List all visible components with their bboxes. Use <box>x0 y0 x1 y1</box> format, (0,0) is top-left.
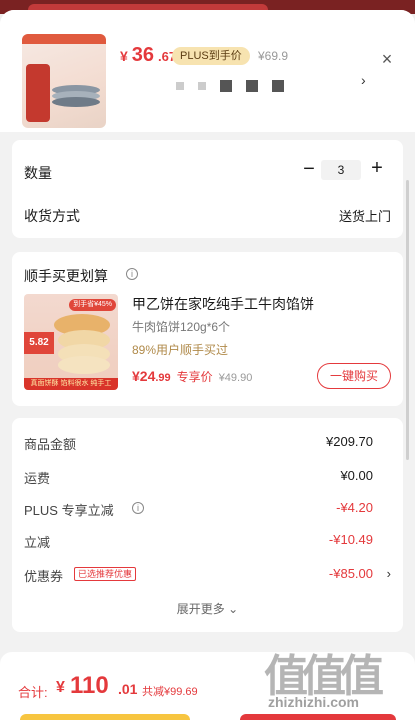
summary-label: 商品金额 <box>24 437 77 452</box>
addon-title: 顺手买更划算 <box>24 268 108 284</box>
spec-selector[interactable] <box>176 80 284 92</box>
pie-image <box>58 356 110 374</box>
summary-row-plus: PLUS 专享立减 i -¥4.20 <box>24 500 391 520</box>
summary-value: -¥85.00 <box>328 566 373 581</box>
watermark-text: zhizhizhi.com <box>268 694 359 710</box>
info-icon[interactable]: i <box>126 268 138 280</box>
thumbnail-price-badge: 5.82 <box>24 332 54 354</box>
chevron-right-icon[interactable]: › <box>361 72 366 88</box>
total-decimal: .01 <box>118 681 138 697</box>
scrollbar[interactable] <box>406 180 409 460</box>
spec-placeholder <box>198 82 206 90</box>
thumbnail-label <box>26 64 50 122</box>
summary-row-discount: 立减 -¥10.49 <box>24 532 391 552</box>
plus-price-badge: PLUS到手价 <box>172 47 250 65</box>
summary-value: -¥10.49 <box>328 532 373 547</box>
spec-placeholder <box>272 80 284 92</box>
addon-price-symbol: ¥ <box>132 368 140 384</box>
summary-row-goods: 商品金额 ¥209.70 <box>24 434 391 454</box>
fish-image <box>52 85 100 107</box>
coupon-selected-tag: 已选推荐优惠 <box>74 567 137 581</box>
price-summary-card: 商品金额 ¥209.70 运费 ¥0.00 PLUS 专享立减 i -¥4.20… <box>12 418 403 632</box>
expand-more-button[interactable]: 展开更多 ⌄ <box>12 600 403 617</box>
shipping-method-label: 收货方式 <box>24 208 80 224</box>
addon-product-spec: 牛肉馅饼120g*6个 <box>132 320 231 334</box>
addon-price-tag: 专享价 <box>176 370 213 384</box>
addon-price-integer: 24 <box>139 368 156 384</box>
shipping-method-value[interactable]: 送货上门 <box>339 206 391 225</box>
summary-label: 运费 <box>24 471 51 486</box>
addon-price: ¥24.99 <box>132 368 171 384</box>
addon-thumbnail[interactable]: 到手省¥45% 5.82 真面饼酥 馅料很水 纯手工 <box>24 294 118 390</box>
one-click-buy-button[interactable]: 一键购买 <box>317 363 391 389</box>
quantity-increase-button[interactable]: + <box>368 157 386 179</box>
quantity-decrease-button[interactable]: − <box>300 158 318 180</box>
original-price: ¥69.9 <box>258 49 289 63</box>
thumbnail-discount-badge: 到手省¥45% <box>69 299 116 311</box>
price-integer: 36 <box>131 44 155 66</box>
addon-bought-stat: 89%用户顺手买过 <box>132 343 229 357</box>
summary-value: ¥0.00 <box>340 468 373 483</box>
summary-label: 立减 <box>24 535 51 550</box>
addon-original-price: ¥49.90 <box>218 372 253 384</box>
thumbnail-top-band <box>22 34 106 44</box>
summary-row-shipping: 运费 ¥0.00 <box>24 468 391 488</box>
spec-placeholder <box>220 80 232 92</box>
summary-value: -¥4.20 <box>336 500 373 515</box>
product-thumbnail <box>22 34 106 128</box>
close-icon[interactable]: × <box>376 48 398 70</box>
addon-product-name[interactable]: 甲乙饼在家吃纯手工牛肉馅饼 <box>132 294 314 314</box>
summary-label: 优惠券 <box>24 569 64 584</box>
summary-row-coupon[interactable]: 优惠券 已选推荐优惠 -¥85.00 › <box>24 566 391 586</box>
total-label: 合计: <box>18 685 48 700</box>
chevron-right-icon[interactable]: › <box>387 566 391 581</box>
quantity-label: 数量 <box>24 165 52 181</box>
quantity-input[interactable]: 3 <box>321 160 361 180</box>
summary-label: PLUS 专享立减 <box>24 503 114 518</box>
summary-value: ¥209.70 <box>326 434 373 449</box>
info-icon[interactable]: i <box>132 502 144 514</box>
addon-price-row: ¥24.99 专享价 ¥49.90 <box>132 368 252 385</box>
addon-price-decimal: .99 <box>155 372 171 384</box>
price-symbol: ¥ <box>120 48 128 64</box>
add-to-cart-button[interactable] <box>20 714 190 720</box>
addon-recommendation-card: 顺手买更划算 i 到手省¥45% 5.82 真面饼酥 馅料很水 纯手工 甲乙饼在… <box>12 252 403 406</box>
product-header: ¥ 36 .67 PLUS到手价 ¥69.9 × › <box>0 10 415 132</box>
quantity-shipping-card: 数量 − 3 + 收货方式 送货上门 <box>12 140 403 238</box>
thumbnail-feature-band: 真面饼酥 馅料很水 纯手工 <box>24 378 118 390</box>
total-integer: 110 <box>70 672 109 699</box>
total-symbol: ¥ <box>56 679 65 696</box>
watermark: 值值值 zhizhizhi.com <box>264 640 410 710</box>
buy-now-button[interactable] <box>240 714 396 720</box>
total-discount: 共减¥99.69 <box>142 686 198 698</box>
spec-placeholder <box>176 82 184 90</box>
spec-placeholder <box>246 80 258 92</box>
